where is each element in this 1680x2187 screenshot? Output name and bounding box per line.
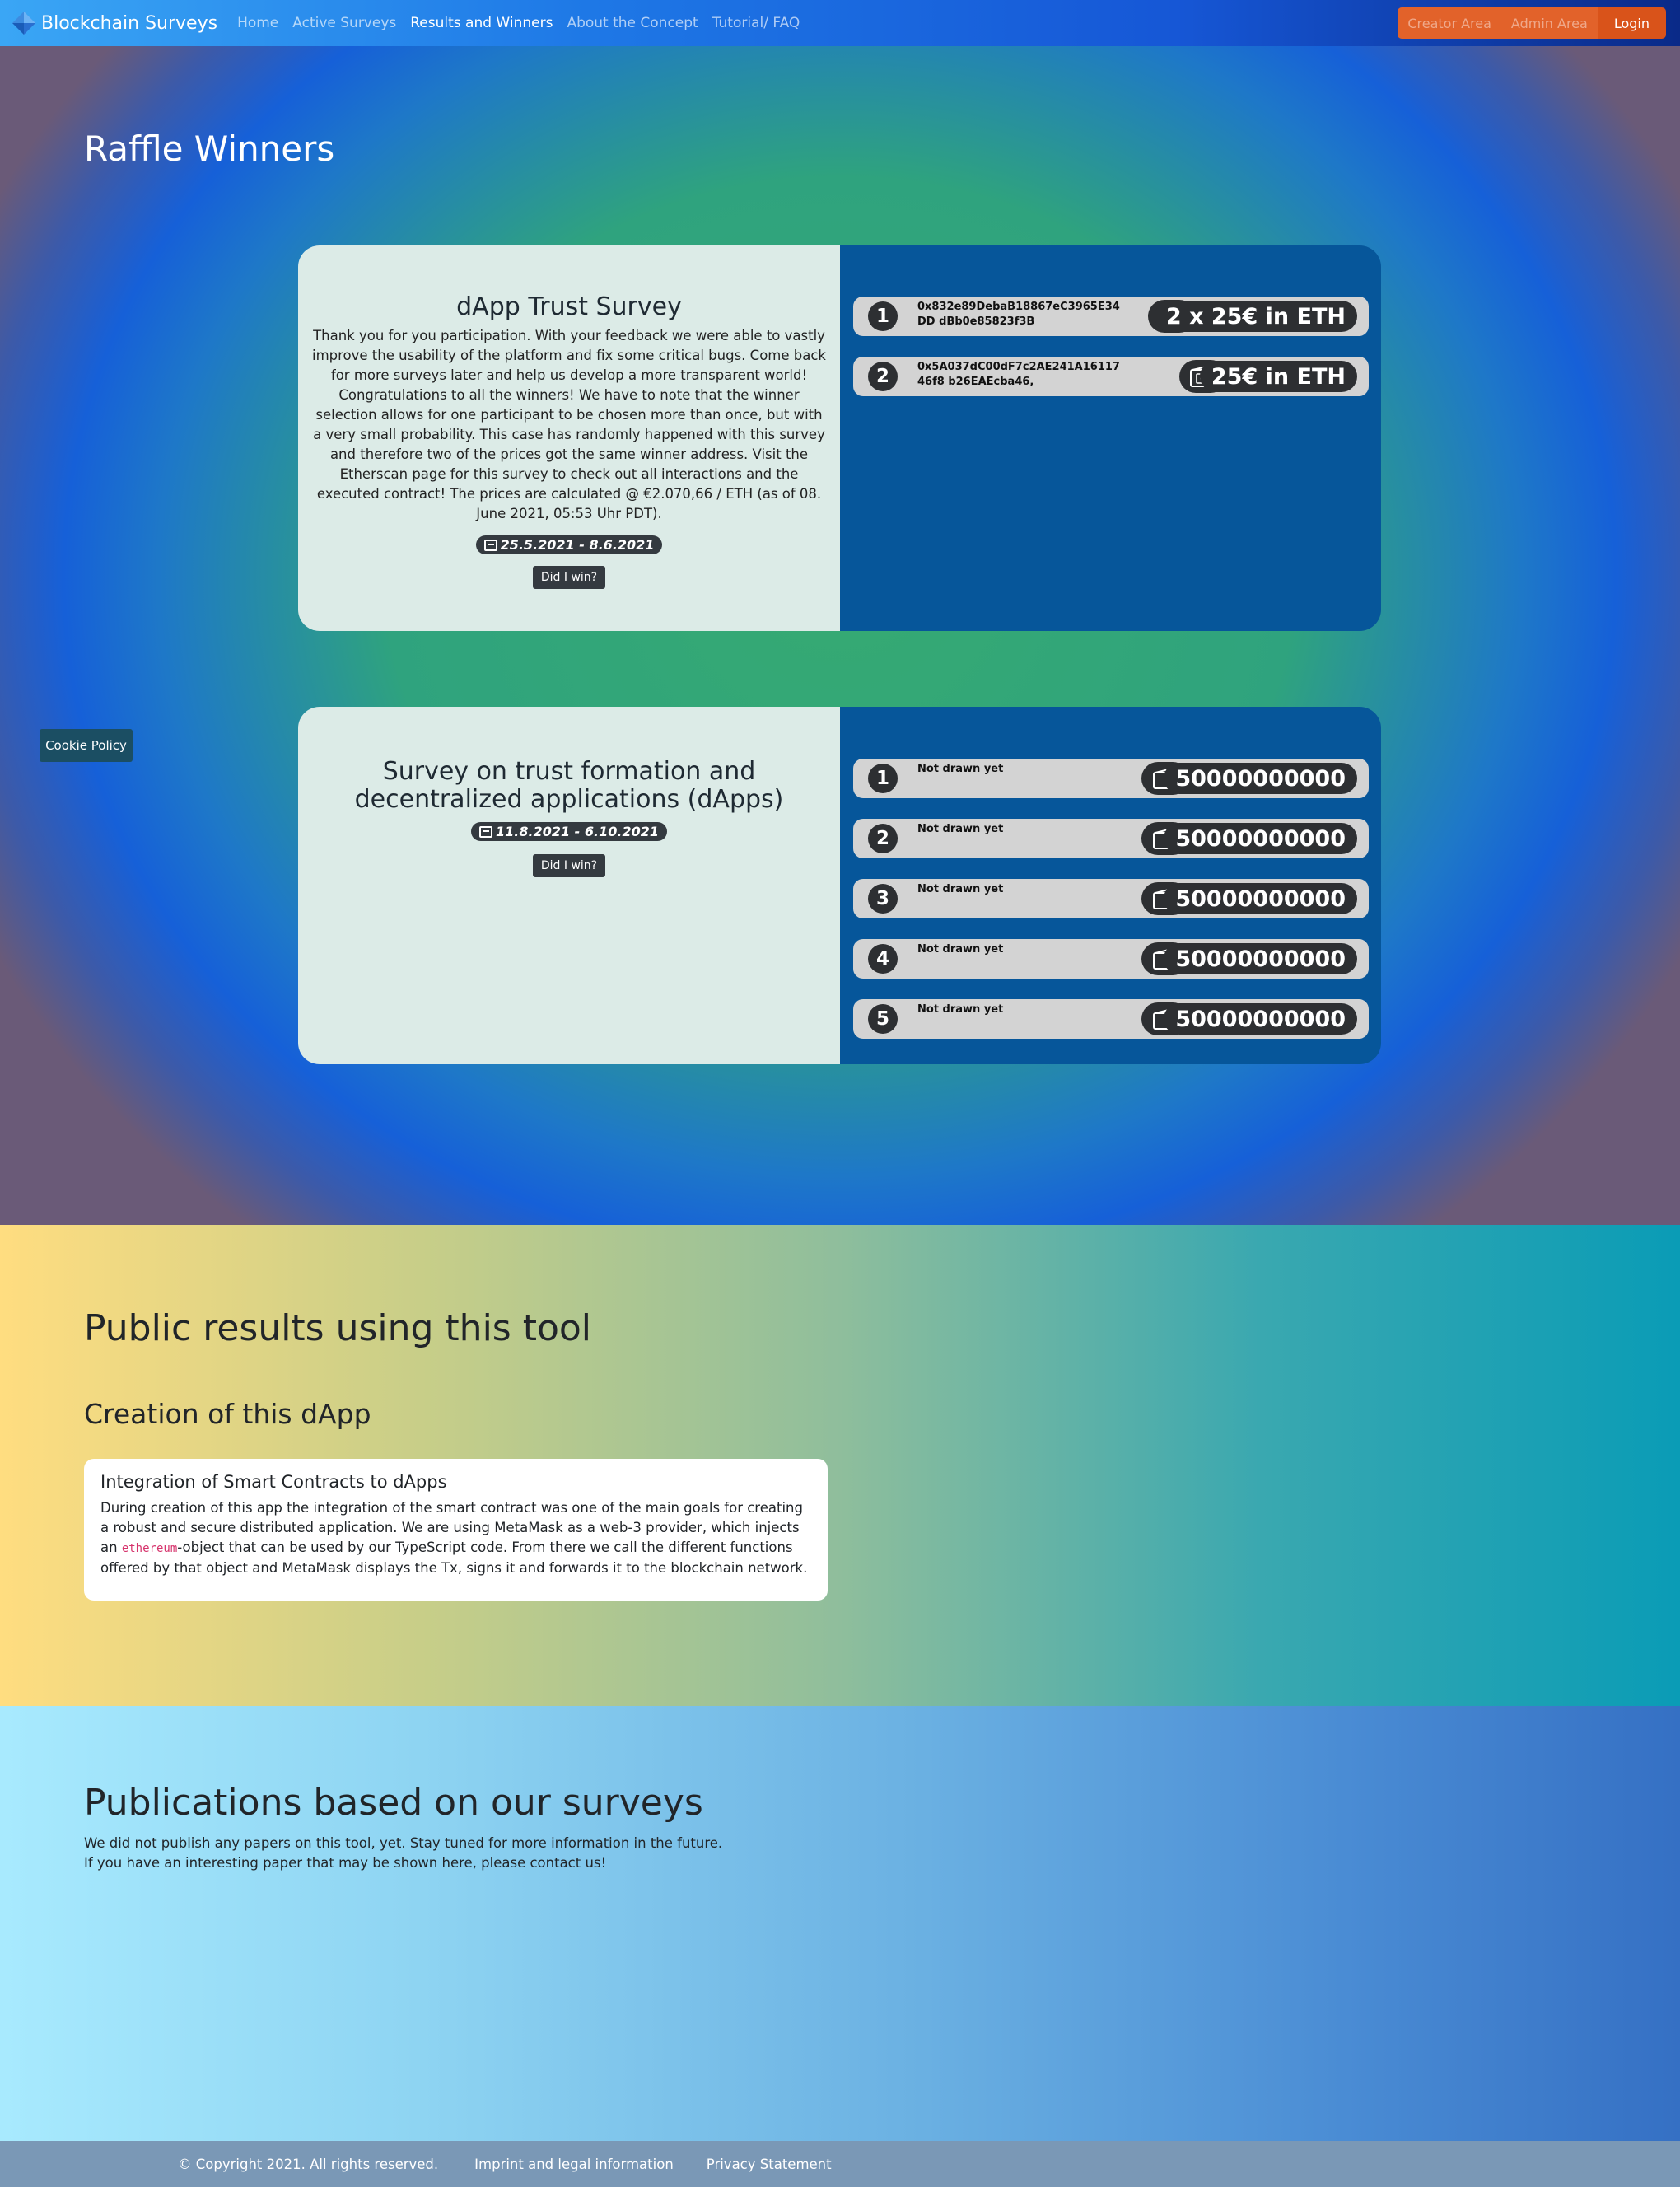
footer: © Copyright 2021. All rights reserved. I… [0, 2141, 1680, 2187]
info-card-text: During creation of this app the integrat… [100, 1498, 811, 1578]
rank-badge: 1 [868, 301, 898, 331]
winner-address: Not drawn yet [917, 823, 1004, 835]
prize-amount: 25€ in ETH [1199, 361, 1357, 392]
brand-name: Blockchain Surveys [41, 12, 218, 34]
navbar: Blockchain Surveys Home Active Surveys R… [0, 0, 1680, 46]
survey-card: Survey on trust formation and decentrali… [298, 707, 1381, 1064]
publications-line: We did not publish any papers on this to… [84, 1835, 723, 1851]
section-title: Publications based on our surveys [84, 1782, 703, 1824]
publications-line: If you have an interesting paper that ma… [84, 1855, 607, 1871]
prize-list: 1 Not drawn yet 50000000000 2 Not drawn … [840, 707, 1381, 1064]
nav-links: Home Active Surveys Results and Winners … [237, 15, 814, 31]
rank-badge: 4 [868, 944, 898, 974]
section-title: Public results using this tool [84, 1307, 592, 1349]
rank-badge: 2 [868, 362, 898, 391]
date-range: 11.8.2021 - 6.10.2021 [496, 824, 659, 839]
prize-row: 2 Not drawn yet 50000000000 [853, 819, 1369, 858]
prize-row: 4 Not drawn yet 50000000000 [853, 939, 1369, 979]
section-subtitle: Creation of this dApp [84, 1398, 371, 1430]
winner-address: Not drawn yet [917, 763, 1004, 775]
nav-results-winners[interactable]: Results and Winners [410, 15, 553, 31]
rank-badge: 3 [868, 884, 898, 914]
nav-about[interactable]: About the Concept [567, 15, 698, 31]
winner-address: 0x832e89DebaB18867eC3965E34DD dBb0e85823… [917, 301, 1120, 328]
prize-row: 2 0x5A037dC00dF7c2AE241A1611746f8 b26EAE… [853, 357, 1369, 396]
prize-amount: 50000000000 [1164, 763, 1357, 794]
survey-info: dApp Trust Survey Thank you for you part… [298, 245, 840, 631]
nav-button-group: Creator Area Admin Area Login [1398, 7, 1666, 39]
calendar-icon [479, 825, 493, 838]
prize-row: 5 Not drawn yet 50000000000 [853, 999, 1369, 1039]
nav-active-surveys[interactable]: Active Surveys [292, 15, 396, 31]
page-title: Raffle Winners [84, 129, 335, 169]
info-card-title: Integration of Smart Contracts to dApps [100, 1472, 447, 1492]
prize-amount: 50000000000 [1164, 1003, 1357, 1035]
imprint-link[interactable]: Imprint and legal information [474, 2157, 674, 2172]
code-snippet: ethereum [121, 1542, 178, 1555]
prize-row: 1 Not drawn yet 50000000000 [853, 759, 1369, 798]
did-i-win-button[interactable]: Did I win? [532, 566, 606, 589]
brand-link[interactable]: Blockchain Surveys [12, 11, 217, 35]
did-i-win-button[interactable]: Did I win? [532, 854, 606, 877]
rank-badge: 5 [868, 1004, 898, 1034]
public-results-section: Public results using this tool Creation … [0, 1225, 1680, 1706]
rank-badge: 1 [868, 764, 898, 793]
creator-area-button[interactable]: Creator Area [1398, 7, 1501, 39]
survey-info: Survey on trust formation and decentrali… [298, 707, 840, 1064]
cookie-policy-button[interactable]: Cookie Policy [40, 729, 133, 762]
prize-amount: 50000000000 [1164, 943, 1357, 974]
ethereum-diamond-icon [12, 12, 35, 35]
info-card: Integration of Smart Contracts to dApps … [84, 1459, 828, 1601]
copyright-text: © Copyright 2021. All rights reserved. [178, 2156, 439, 2172]
info-text-part: -object that can be used by our TypeScri… [100, 1540, 808, 1576]
prize-row: 1 0x832e89DebaB18867eC3965E34DD dBb0e858… [853, 297, 1369, 336]
date-badge: 25.5.2021 - 8.6.2021 [475, 535, 663, 554]
calendar-icon [483, 539, 497, 551]
prize-amount: 50000000000 [1164, 823, 1357, 854]
winner-address: Not drawn yet [917, 883, 1004, 895]
survey-description: Thank you for you participation. With yo… [312, 328, 826, 521]
prize-list: 1 0x832e89DebaB18867eC3965E34DD dBb0e858… [840, 245, 1381, 631]
date-badge: 11.8.2021 - 6.10.2021 [471, 822, 667, 841]
winner-address: 0x5A037dC00dF7c2AE241A1611746f8 b26EAEcb… [917, 361, 1120, 388]
date-range: 25.5.2021 - 8.6.2021 [500, 537, 655, 553]
nav-tutorial-faq[interactable]: Tutorial/ FAQ [712, 15, 800, 31]
survey-title: dApp Trust Survey [456, 292, 682, 321]
winner-address: Not drawn yet [917, 943, 1004, 956]
prize-row: 3 Not drawn yet 50000000000 [853, 879, 1369, 918]
admin-area-button[interactable]: Admin Area [1500, 7, 1598, 39]
survey-card: dApp Trust Survey Thank you for you part… [298, 245, 1381, 631]
rank-badge: 2 [868, 824, 898, 853]
privacy-link[interactable]: Privacy Statement [707, 2157, 832, 2172]
publications-text: We did not publish any papers on this to… [84, 1834, 722, 1873]
winner-address: Not drawn yet [917, 1003, 1004, 1016]
raffle-section: Raffle Winners dApp Trust Survey Thank y… [0, 46, 1680, 1225]
publications-section: Publications based on our surveys We did… [0, 1706, 1680, 2141]
nav-home[interactable]: Home [237, 15, 278, 31]
prize-amount: 50000000000 [1164, 883, 1357, 914]
prize-amount: 2 x 25€ in ETH [1154, 301, 1357, 332]
login-button[interactable]: Login [1597, 7, 1666, 39]
survey-title: Survey on trust formation and decentrali… [354, 757, 784, 814]
